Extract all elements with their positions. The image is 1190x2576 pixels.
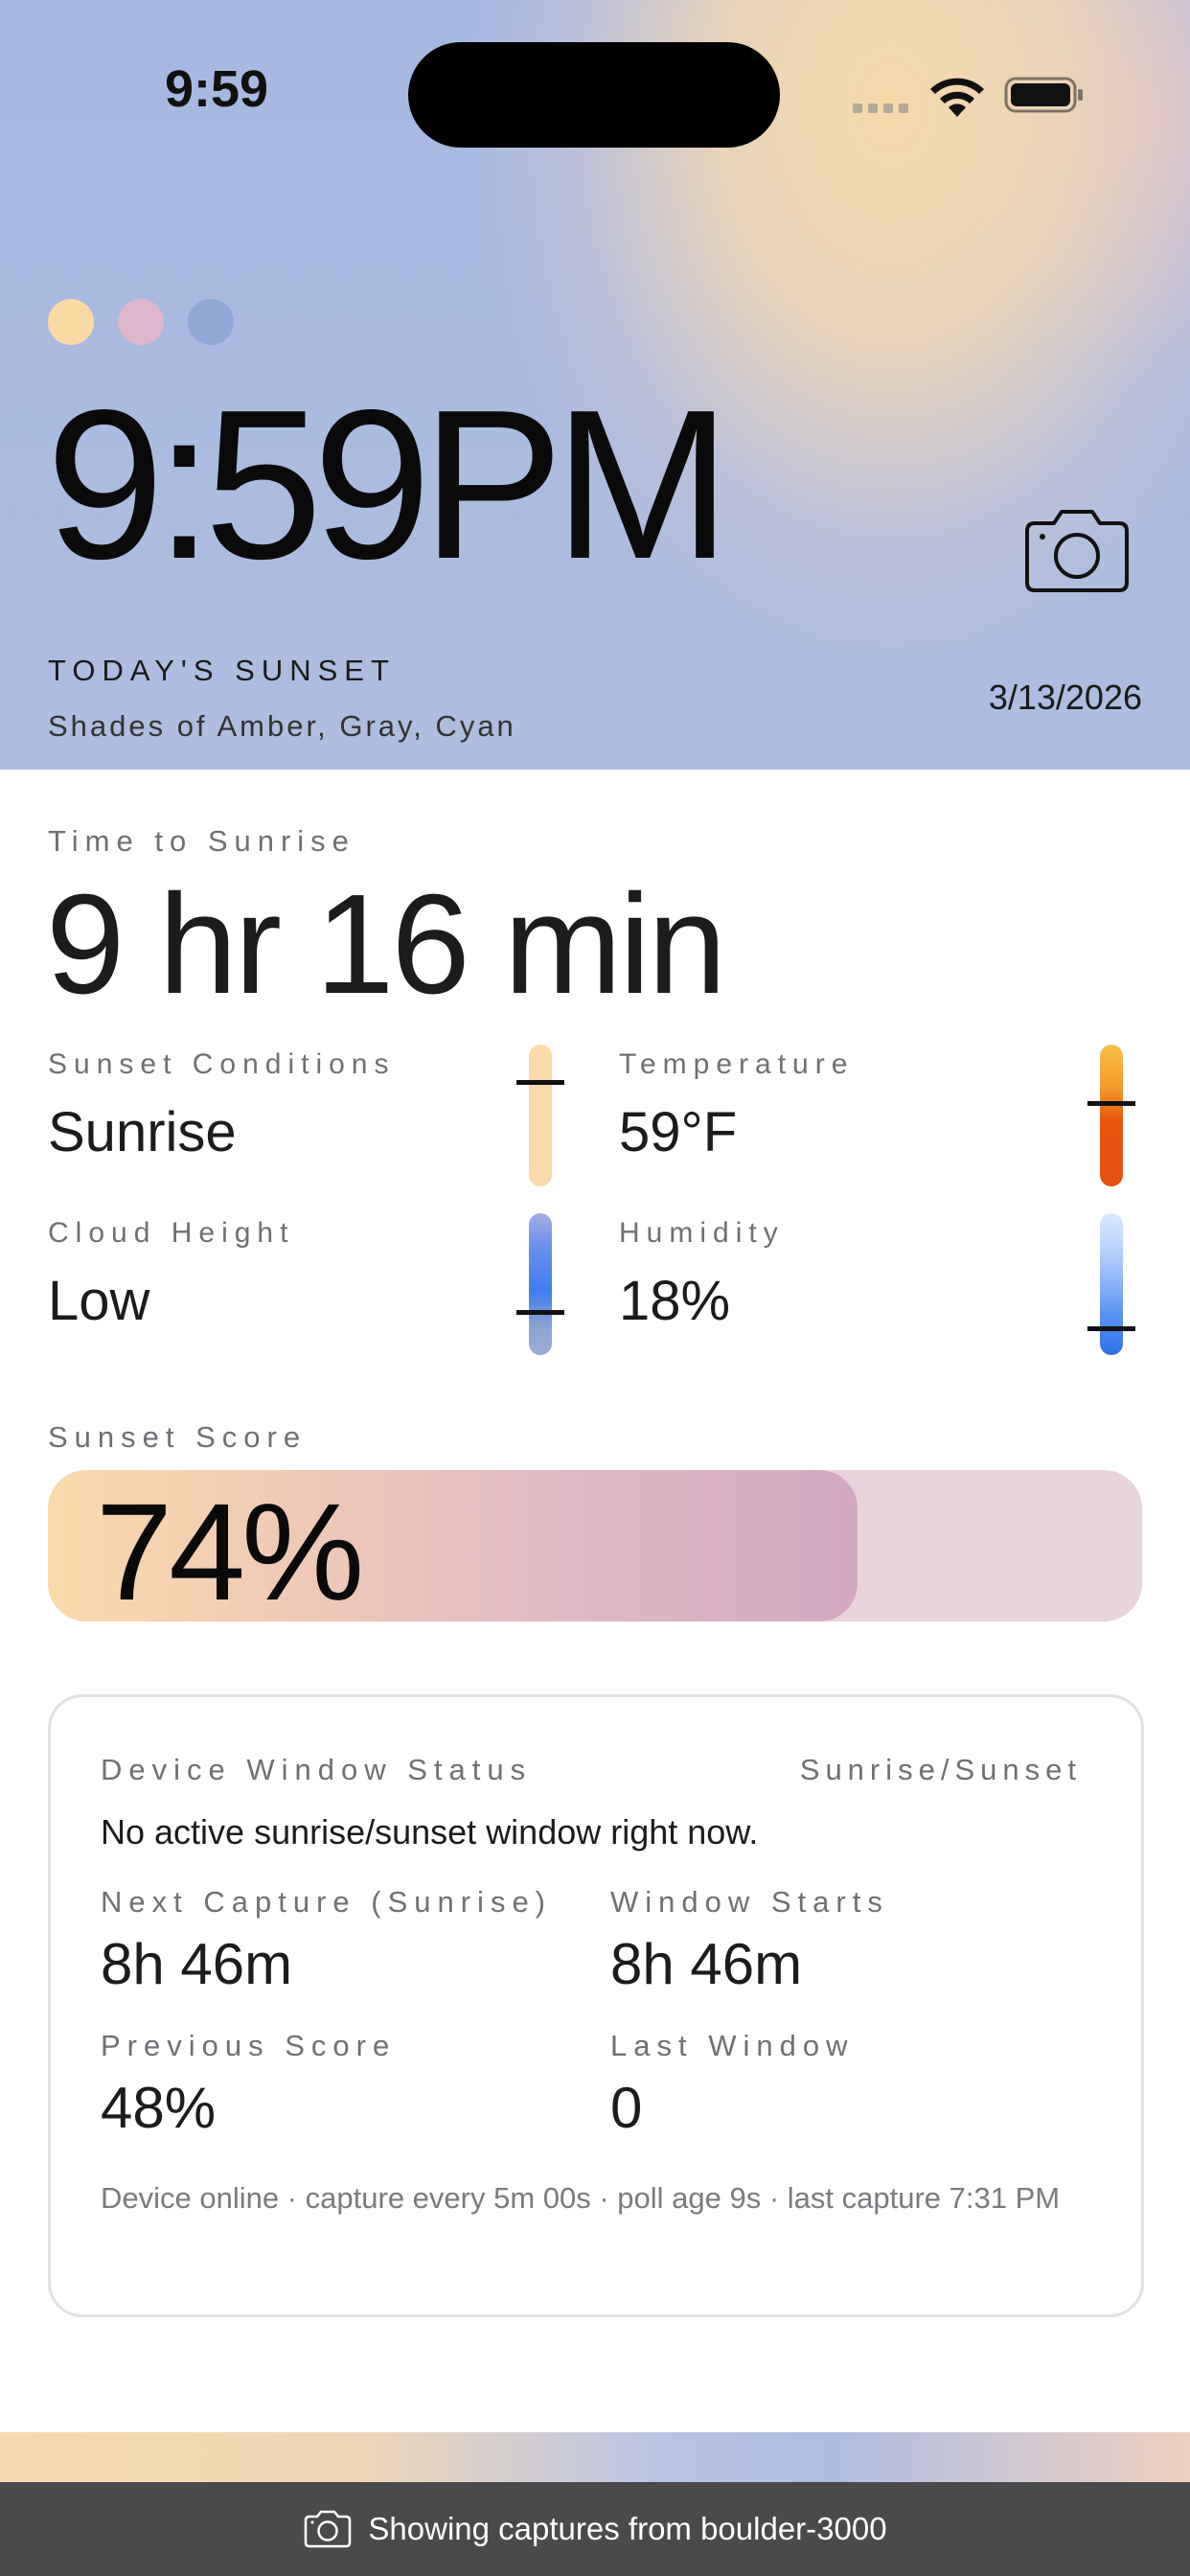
- previous-score-value: 48%: [101, 2076, 217, 2140]
- device-status-message: No active sunrise/sunset window right no…: [101, 1812, 759, 1852]
- device-window-status-title: Device Window Status: [101, 1753, 533, 1786]
- sunset-time: 9:59PM: [46, 366, 731, 604]
- cellular-signal-icon: [853, 104, 908, 113]
- device-window-status-card: Device Window Status Sunrise/Sunset No a…: [48, 1694, 1144, 2317]
- humidity-gauge: [1100, 1213, 1123, 1355]
- date-text: 3/13/2026: [988, 678, 1142, 717]
- conditions-gauge: [529, 1045, 552, 1186]
- conditions-gauge-marker: [516, 1080, 564, 1085]
- shades-text: Shades of Amber, Gray, Cyan: [48, 709, 516, 743]
- temperature-label: Temperature: [619, 1048, 855, 1080]
- cloud-height-gauge-marker: [516, 1310, 564, 1315]
- sunset-score-bar: 74%: [48, 1470, 1142, 1622]
- temperature-gauge: [1100, 1045, 1123, 1186]
- sunset-conditions-label: Sunset Conditions: [48, 1048, 396, 1080]
- window-starts-value: 8h 46m: [610, 1932, 803, 1996]
- sunset-hero: 9:59 9:59PM TODAY'S SUNSET Shades of Amb…: [0, 0, 1190, 770]
- status-time: 9:59: [165, 60, 269, 118]
- time-to-sunrise-label: Time to Sunrise: [48, 824, 355, 858]
- next-capture-label: Next Capture (Sunrise): [101, 1885, 553, 1919]
- blue-dot: [188, 299, 234, 345]
- amber-dot: [48, 299, 94, 345]
- palette-dots: [48, 299, 234, 345]
- previous-score-label: Previous Score: [101, 2029, 397, 2062]
- camera-icon: [305, 2510, 352, 2548]
- humidity-value: 18%: [619, 1270, 731, 1332]
- sunset-conditions-value: Sunrise: [48, 1101, 237, 1163]
- cloud-height-gauge: [529, 1213, 552, 1355]
- last-window-value: 0: [610, 2076, 643, 2140]
- capture-source-text: Showing captures from boulder-3000: [368, 2511, 887, 2546]
- device-status-footer: Device online · capture every 5m 00s · p…: [101, 2181, 1061, 2215]
- temperature-value: 59°F: [619, 1101, 738, 1163]
- camera-icon[interactable]: [1021, 506, 1133, 594]
- time-to-sunrise-value: 9 hr 16 min: [46, 865, 726, 1024]
- window-starts-label: Window Starts: [610, 1885, 889, 1919]
- humidity-gauge-marker: [1087, 1326, 1135, 1331]
- temperature-gauge-marker: [1087, 1101, 1135, 1106]
- battery-icon: [1004, 77, 1083, 113]
- cloud-height-value: Low: [48, 1270, 150, 1332]
- sunset-score-label: Sunset Score: [48, 1420, 308, 1454]
- todays-sunset-label: TODAY'S SUNSET: [48, 654, 396, 687]
- humidity-label: Humidity: [619, 1217, 785, 1249]
- last-window-label: Last Window: [610, 2029, 855, 2062]
- pink-dot: [118, 299, 164, 345]
- gradient-strip: [0, 2432, 1190, 2482]
- wifi-icon: [930, 78, 984, 117]
- cloud-height-label: Cloud Height: [48, 1217, 295, 1249]
- dynamic-island: [408, 42, 780, 148]
- capture-source-bar[interactable]: Showing captures from boulder-3000: [0, 2482, 1190, 2576]
- next-capture-value: 8h 46m: [101, 1932, 293, 1996]
- sunset-score-value: 74%: [96, 1475, 364, 1622]
- device-mode-label: Sunrise/Sunset: [799, 1753, 1082, 1786]
